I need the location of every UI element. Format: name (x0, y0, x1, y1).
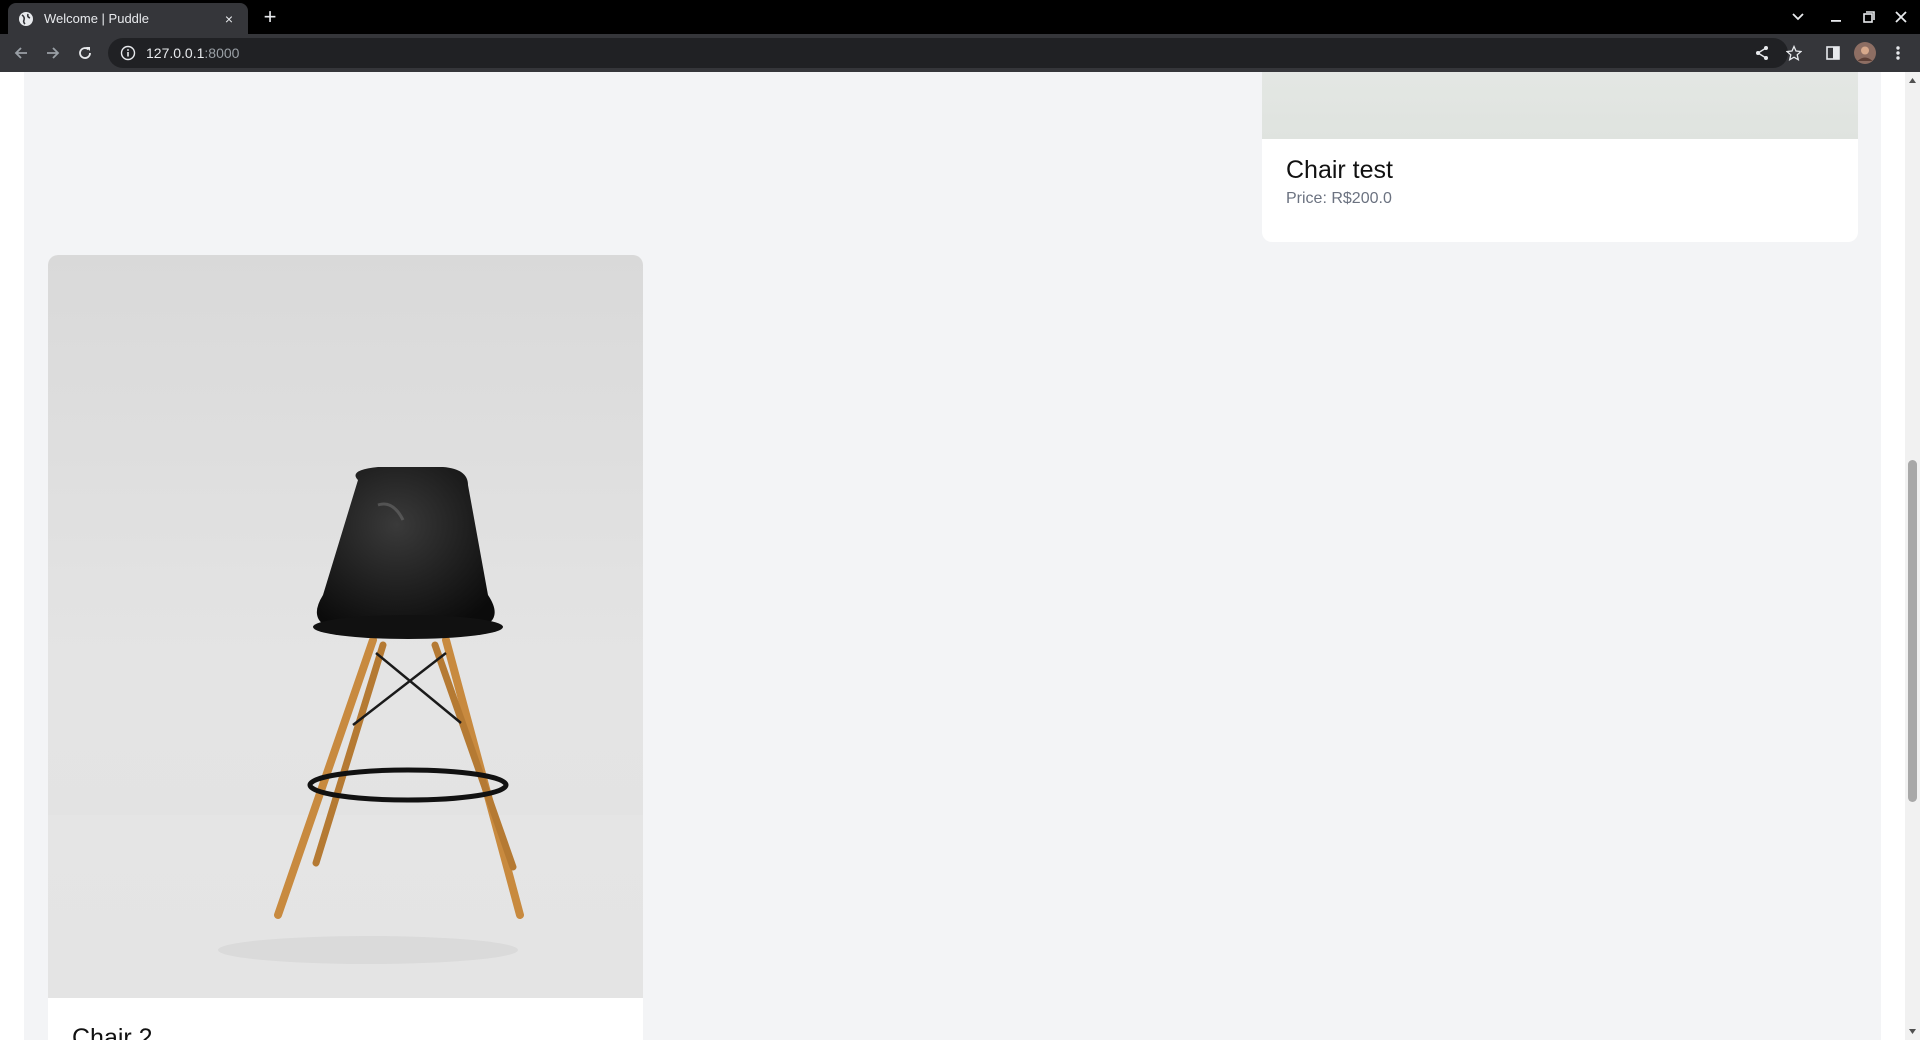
tab-search-icon[interactable] (1787, 6, 1809, 28)
product-image[interactable] (1262, 72, 1858, 139)
reload-icon[interactable] (73, 41, 97, 65)
product-name[interactable]: Chair 2 (72, 1024, 153, 1040)
page-viewport: Chair test Price: R$200.0 Chair 2 (0, 72, 1920, 1040)
scroll-up-icon[interactable] (1908, 76, 1917, 85)
close-window-icon[interactable] (1890, 6, 1912, 28)
tab-close-icon[interactable]: × (220, 11, 238, 27)
product-price: Price: R$200.0 (1286, 190, 1392, 207)
items-grid: Chair test Price: R$200.0 Chair 2 (24, 72, 1881, 1040)
page-scrollbar[interactable] (1905, 72, 1920, 1040)
forward-arrow-icon[interactable] (41, 41, 65, 65)
browser-tab[interactable]: Welcome | Puddle × (8, 3, 248, 34)
minimize-icon[interactable] (1825, 6, 1847, 28)
new-tab-button[interactable]: + (258, 5, 282, 29)
side-panel-icon[interactable] (1821, 41, 1845, 65)
url-port: :8000 (204, 45, 240, 61)
browser-toolbar: 127.0.0.1:8000 (0, 34, 1920, 72)
site-info-icon[interactable] (120, 45, 136, 61)
back-arrow-icon[interactable] (9, 41, 33, 65)
product-card-chair-test[interactable]: Chair test Price: R$200.0 (1262, 72, 1858, 242)
globe-icon (18, 11, 34, 27)
restore-icon[interactable] (1858, 6, 1880, 28)
scrollbar-thumb[interactable] (1908, 460, 1917, 802)
tab-title: Welcome | Puddle (44, 11, 150, 26)
profile-avatar[interactable] (1853, 41, 1877, 65)
product-image[interactable] (48, 255, 643, 998)
kebab-menu-icon[interactable] (1886, 41, 1910, 65)
bookmark-star-icon[interactable] (1782, 41, 1806, 65)
address-bar[interactable]: 127.0.0.1:8000 (108, 38, 1788, 68)
scroll-down-icon[interactable] (1908, 1027, 1917, 1036)
product-card-chair-2[interactable]: Chair 2 (48, 255, 643, 1040)
product-name[interactable]: Chair test (1286, 156, 1393, 185)
share-icon[interactable] (1750, 41, 1774, 65)
url-host: 127.0.0.1 (146, 45, 205, 61)
tab-strip: Welcome | Puddle × + (0, 0, 1920, 34)
